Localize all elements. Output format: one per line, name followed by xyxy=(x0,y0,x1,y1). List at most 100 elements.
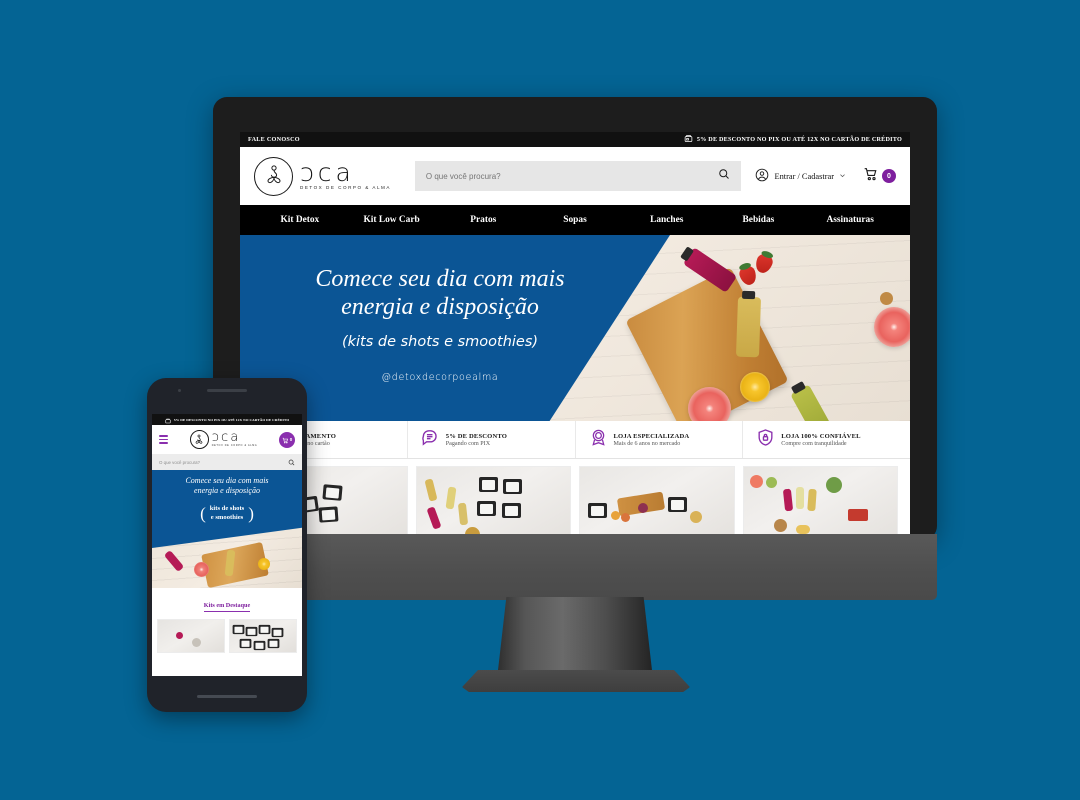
user-circle-icon xyxy=(755,168,769,184)
promo-banner: 5% DE DESCONTO NO PIX OU ATÉ 12X NO CART… xyxy=(684,134,902,145)
mobile-hero-sub-line2: e smoothies xyxy=(210,514,244,522)
shield-lock-icon xyxy=(756,428,775,452)
benefit-especializada: LOJA ESPECIALIZADA Mais de 6 anos no mer… xyxy=(576,421,744,458)
hero-social-handle: @detoxdecorpoealma xyxy=(381,372,499,384)
mobile-product-row xyxy=(152,615,302,653)
desktop-benefits-bar: PARCELAMENTO Em até 12x no cartão 5% DE … xyxy=(240,421,910,459)
product-card[interactable] xyxy=(229,619,297,653)
nav-item-lanches[interactable]: Lanches xyxy=(621,215,713,225)
product-image xyxy=(580,467,734,540)
monitor-stand-base xyxy=(462,670,690,692)
strawberry-prop-1 xyxy=(753,249,775,276)
mobile-promo-text: 5% DE DESCONTO NO PIX OU ATÉ 12X NO CART… xyxy=(173,417,290,422)
phone-home-indicator xyxy=(197,695,257,698)
nav-item-assinaturas[interactable]: Assinaturas xyxy=(804,215,896,225)
search-icon[interactable] xyxy=(288,453,295,471)
mobile-hero-title-line2: energia e disposição xyxy=(194,486,260,496)
monitor-chin xyxy=(213,534,937,600)
nav-item-kit-low-carb[interactable]: Kit Low Carb xyxy=(346,215,438,225)
hero-subtitle: (kits de shots e smoothies) xyxy=(341,334,539,351)
pink-smoothie-bottle-prop xyxy=(163,550,185,572)
benefit-subtitle: Compre com tranquilidade xyxy=(781,440,847,447)
phone-front-camera-icon xyxy=(178,389,182,393)
mobile-screen: 5% DE DESCONTO NO PIX OU ATÉ 12X NO CART… xyxy=(152,414,302,676)
lemon-half-prop xyxy=(258,558,270,570)
mobile-hero-title-line1: Comece seu dia com mais xyxy=(185,476,269,485)
lemon-half-prop xyxy=(740,372,770,402)
cart-count-badge: 0 xyxy=(882,169,896,183)
nav-item-pratos[interactable]: Pratos xyxy=(437,215,529,225)
desktop-monitor-mockup: FALE CONOSCO 5% DE DESCONTO NO PIX OU AT… xyxy=(213,97,937,540)
mobile-search-input[interactable]: O que você procura? xyxy=(159,460,284,465)
yellow-smoothie-bottle-prop xyxy=(735,296,762,358)
brace-right: ) xyxy=(248,504,254,524)
product-card[interactable] xyxy=(742,466,898,540)
monitor-stand-neck xyxy=(497,597,653,679)
mobile-phone-mockup: 5% DE DESCONTO NO PIX OU ATÉ 12X NO CART… xyxy=(147,378,307,712)
brand-tagline: DETOX DE CORPO & ALMA xyxy=(300,185,391,191)
mobile-cart-button[interactable]: 0 xyxy=(278,431,295,449)
benefit-title: LOJA ESPECIALIZADA xyxy=(613,432,690,440)
brace-left: ( xyxy=(200,504,206,524)
account-login-button[interactable]: Entrar / Cadastrar xyxy=(755,168,846,184)
hamburger-menu-icon[interactable] xyxy=(159,435,168,444)
chat-discount-icon xyxy=(421,428,440,452)
phone-earpiece-speaker xyxy=(207,389,247,392)
desktop-hero-banner[interactable]: Comece seu dia com mais energia e dispos… xyxy=(240,235,910,421)
promo-text: 5% DE DESCONTO NO PIX OU ATÉ 12X NO CART… xyxy=(696,136,902,143)
mobile-brand-wordmark: ɔca xyxy=(211,430,241,446)
nav-item-kit-detox[interactable]: Kit Detox xyxy=(254,215,346,225)
mobile-brand-tagline: DETOX DE CORPO & ALMA xyxy=(211,443,258,447)
benefit-subtitle: Mais de 6 anos no mercado xyxy=(613,440,681,447)
product-image xyxy=(743,467,897,540)
product-image xyxy=(416,467,570,540)
mobile-cart-count-badge: 0 xyxy=(289,437,293,442)
card-machine-icon xyxy=(684,134,693,145)
hero-title-line1: Comece seu dia com mais xyxy=(315,265,565,292)
brand-wordmark: ɔca xyxy=(300,157,355,187)
product-card[interactable] xyxy=(157,619,225,653)
card-machine-icon xyxy=(165,414,171,429)
mobile-brand-logo[interactable]: ɔca DETOX DE CORPO & ALMA xyxy=(189,430,258,449)
search-input[interactable] xyxy=(425,171,713,181)
header-actions: Entrar / Cadastrar 0 xyxy=(755,166,896,187)
brand-logo[interactable]: ɔca DETOX DE CORPO & ALMA xyxy=(254,156,391,196)
desktop-product-grid xyxy=(240,459,910,540)
nav-item-bebidas[interactable]: Bebidas xyxy=(713,215,805,225)
desktop-top-utility-bar: FALE CONOSCO 5% DE DESCONTO NO PIX OU AT… xyxy=(240,132,910,147)
green-smoothie-bottle-prop xyxy=(790,384,835,421)
mobile-hero-sub-line1: kits de shots xyxy=(209,505,245,513)
shopping-cart-icon xyxy=(282,431,289,449)
mobile-search-bar[interactable]: O que você procura? xyxy=(152,454,302,470)
mobile-promo-bar: 5% DE DESCONTO NO PIX OU ATÉ 12X NO CART… xyxy=(152,414,302,425)
mobile-header: ɔca DETOX DE CORPO & ALMA 0 xyxy=(152,425,302,454)
benefit-subtitle: Pagando com PIX xyxy=(445,440,491,447)
desktop-screen: FALE CONOSCO 5% DE DESCONTO NO PIX OU AT… xyxy=(240,132,910,540)
hero-title-line2: energia e disposição xyxy=(341,294,539,320)
badge-star-icon xyxy=(589,428,608,452)
mobile-hero-copy: Comece seu dia com mais energia e dispos… xyxy=(152,476,302,523)
grapefruit-half-prop-1 xyxy=(874,307,910,347)
logo-emblem-icon xyxy=(254,156,293,196)
grapefruit-half-prop xyxy=(194,562,209,577)
search-icon[interactable] xyxy=(718,167,730,185)
logo-emblem-icon xyxy=(189,430,209,449)
product-card[interactable] xyxy=(415,466,571,540)
account-label: Entrar / Cadastrar xyxy=(774,171,834,181)
mobile-section-heading: Kits em Destaque xyxy=(152,588,302,615)
product-card[interactable] xyxy=(579,466,735,540)
shopping-cart-icon xyxy=(863,166,879,187)
benefit-title: 5% DE DESCONTO xyxy=(445,432,508,440)
mobile-hero-banner[interactable]: Comece seu dia com mais energia e dispos… xyxy=(152,470,302,588)
cart-button[interactable]: 0 xyxy=(863,166,896,187)
contact-link[interactable]: FALE CONOSCO xyxy=(248,136,300,143)
search-bar[interactable] xyxy=(414,161,742,191)
nav-item-sopas[interactable]: Sopas xyxy=(529,215,621,225)
chevron-down-icon xyxy=(839,172,846,181)
section-heading-label: Kits em Destaque xyxy=(203,602,251,612)
desktop-site-header: ɔca DETOX DE CORPO & ALMA O que você pro… xyxy=(240,147,910,205)
benefit-desconto: 5% DE DESCONTO Pagando com PIX xyxy=(408,421,576,458)
board-handle-prop xyxy=(880,292,893,305)
desktop-main-nav: Kit Detox Kit Low Carb Pratos Sopas Lanc… xyxy=(240,205,910,235)
benefit-title: LOJA 100% CONFIÁVEL xyxy=(781,432,861,440)
